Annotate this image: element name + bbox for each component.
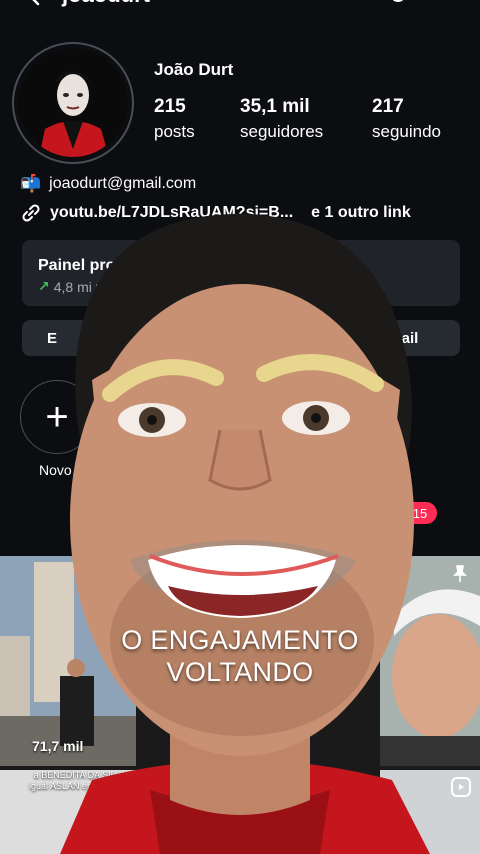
grid-post-6[interactable] xyxy=(380,770,480,854)
menu-icon[interactable] xyxy=(386,0,410,6)
mailbox-icon: 📬 xyxy=(20,174,42,193)
stat-posts-label: posts xyxy=(154,122,195,141)
link-extra[interactable]: e 1 outro link xyxy=(311,204,411,222)
edit-profile-button[interactable]: E xyxy=(22,320,152,356)
grid-post-views: 71,7 mil xyxy=(32,738,84,754)
trend-up-icon: ↗ xyxy=(38,278,50,294)
plus-icon: + xyxy=(45,394,69,439)
stat-posts[interactable]: 215 posts xyxy=(154,96,195,142)
new-highlight-label: Novo xyxy=(39,462,72,478)
stat-following-value: 217 xyxy=(372,96,404,117)
profile-avatar-ring[interactable] xyxy=(12,42,134,164)
stat-following[interactable]: 217 seguindo xyxy=(372,96,441,142)
stat-following-label: seguindo xyxy=(372,122,442,141)
email-button[interactable]: ail xyxy=(330,320,460,356)
dashboard-sub: ↗ 4,8 mi vi xyxy=(38,278,106,295)
top-bar: joaodurt xyxy=(0,0,480,14)
contact-email[interactable]: 📬 joaodurt@gmail.com xyxy=(20,174,196,194)
video-overlay-text: O ENGAJAMENTO VOLTANDO xyxy=(0,624,480,688)
email-text: joaodurt@gmail.com xyxy=(49,175,197,192)
back-arrow-icon[interactable] xyxy=(26,0,42,6)
dashboard-views: 4,8 mi vi xyxy=(53,278,106,295)
display-name: João Durt xyxy=(154,60,234,79)
overlay-line-1: O ENGAJAMENTO xyxy=(121,625,359,655)
pin-icon xyxy=(453,565,467,582)
avatar xyxy=(19,49,127,157)
reels-icon xyxy=(451,777,471,797)
email-button-label: ail xyxy=(401,329,419,347)
stat-followers-label: seguidores xyxy=(240,122,324,141)
posts-grid xyxy=(0,556,480,854)
link-text: youtu.be/L7JDLsRaUAM?si=B... xyxy=(50,204,294,221)
stat-followers[interactable]: 35,1 mil seguidores xyxy=(240,96,323,142)
link-icon xyxy=(22,204,40,222)
overlay-line-2: VOLTANDO xyxy=(166,657,314,687)
profile-username: joaodurt xyxy=(62,0,150,8)
new-highlight-button[interactable]: + xyxy=(20,380,94,454)
dashboard-title: Painel profis xyxy=(38,257,135,274)
stat-posts-value: 215 xyxy=(154,96,186,117)
grid-post-caption: a BENEDITA DA SILVA igual ASLAN em NÁRNI… xyxy=(28,770,132,791)
edit-profile-label: E xyxy=(46,329,57,347)
notification-badge: 15 xyxy=(403,502,437,524)
bio-link[interactable]: youtu.be/L7JDLsRaUAM?si=B... e 1 outro l… xyxy=(20,202,411,224)
professional-dashboard[interactable]: Painel profis ↗ 4,8 mi vi xyxy=(22,240,460,306)
stat-followers-value: 35,1 mil xyxy=(240,96,310,117)
